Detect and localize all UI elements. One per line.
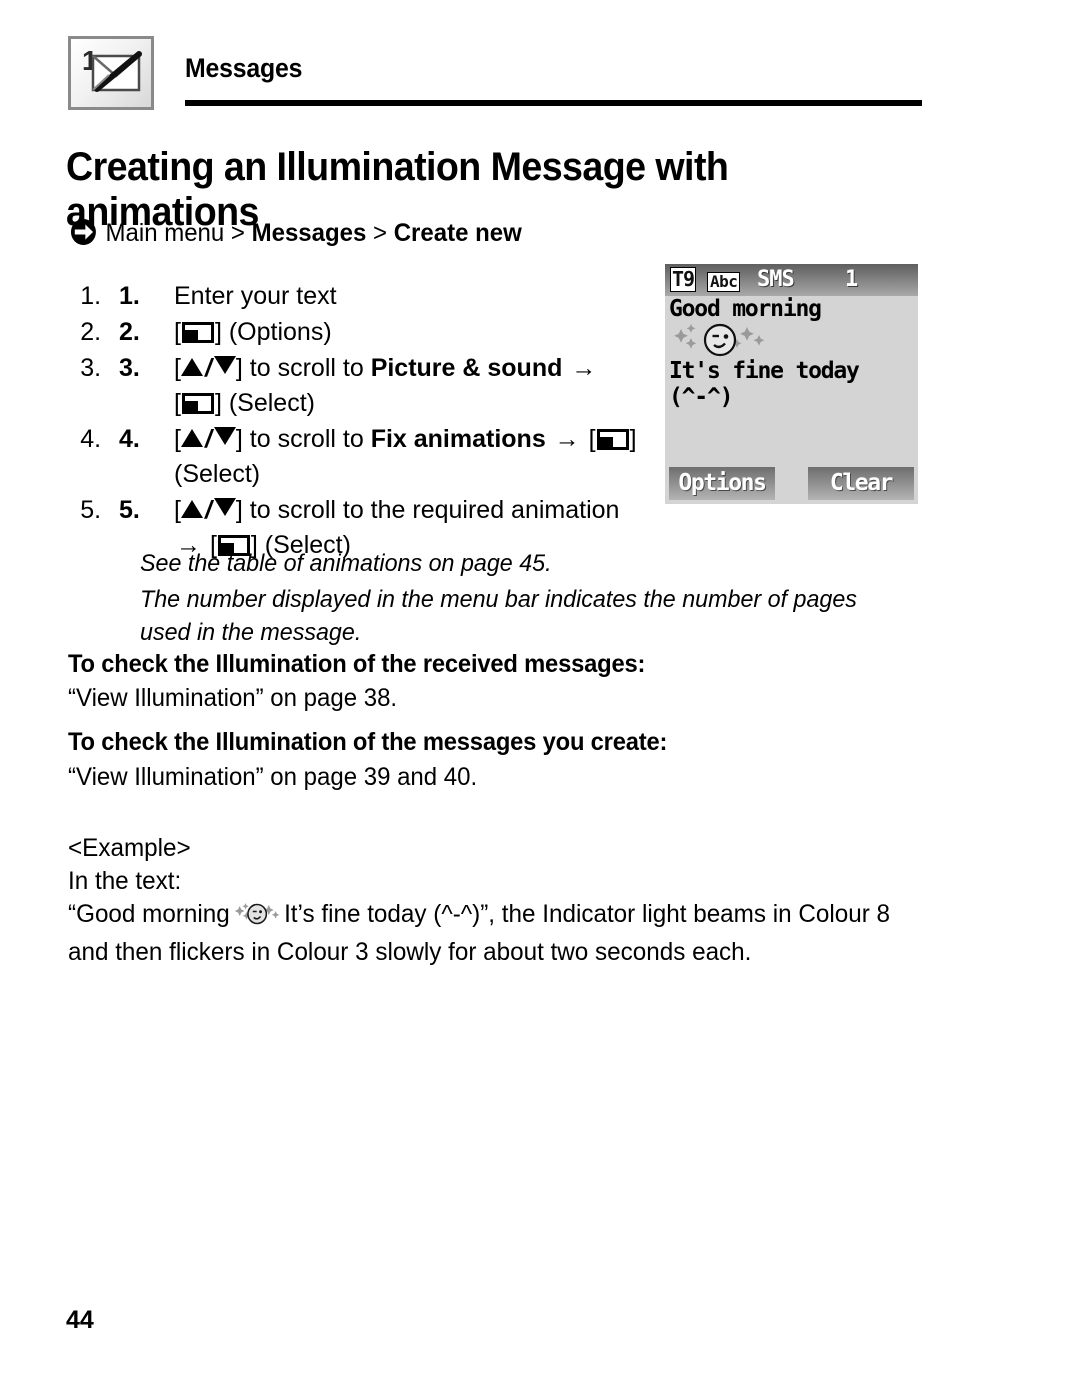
message-line-2: It's fine today [669,358,860,384]
breadcrumb-prefix: Main menu > [105,219,252,247]
example-quote-before: “Good morning [68,900,230,928]
reference-received-messages: “View Illumination” on page 38. [68,684,398,712]
up-down-scroll-icon: [/] [174,425,243,453]
softkey-glyph [181,393,214,414]
softkey-clear-button[interactable]: Clear [808,467,914,500]
breadcrumb-separator: > [366,219,394,247]
step-text: to scroll to [242,425,371,453]
step-number: 1. [119,282,140,310]
step-text: (Options) [221,318,332,346]
note-page-count: The number displayed in the menu bar ind… [140,586,857,646]
subheading-received-messages: To check the Illumination of the receive… [68,650,646,678]
triangle-up-icon [180,429,203,447]
running-header: 1 Messages [68,36,924,112]
key-separator: / [204,354,212,382]
step-number: 3. [119,354,140,382]
header-title: Messages [185,53,303,83]
example-label: <Example> [68,834,191,862]
phone-screen-mockup: T9 Abc SMS 1 Good morning It's fine toda… [665,264,918,504]
example-intro: In the text: [68,867,182,895]
step-text: Enter your text [174,282,337,310]
arrow-right-circle-icon [70,218,97,255]
up-down-scroll-icon: [/] [174,354,243,382]
breadcrumb-item-create-new: Create new [393,219,522,247]
triangle-down-icon [213,427,236,445]
note-animations-table: See the table of animations on page 45. [140,550,552,577]
phone-message-body[interactable]: Good morning It's fine today (^-^) [665,296,918,464]
procedure-steps: 1. Enter your text 2. [] (Options) 3. [/] to … [68,279,708,564]
example-quote: “Good morning It’s fine today (^-^)”, th… [68,898,926,969]
message-line-1: Good morning [669,296,822,322]
breadcrumb: Main menu > Messages > Create new [70,216,522,255]
phone-softkey-bar: Options Clear [665,464,918,504]
messages-envelope-icon: 1 [68,36,154,110]
key-separator: / [204,425,212,453]
message-line-3: (^-^) [669,384,733,410]
page-count-badge: 1 [845,267,859,292]
manual-page: 1 Messages Creating an Illumination Mess… [0,0,1080,1379]
triangle-down-icon [213,356,236,374]
step-menu-item: Picture & sound [370,354,563,382]
step-number: 4. [119,425,140,453]
phone-status-bar: T9 Abc SMS 1 [665,264,918,296]
procedure-step: 3.[/] to scroll to Picture & sound → [] … [108,351,708,421]
arrow-right-icon: → [564,354,597,382]
example-block: <Example> In the text: “Good morning It’… [68,832,912,969]
step-text: to scroll to the required animation [242,496,620,524]
sms-mode-label: SMS [757,267,795,292]
page-number: 44 [66,1306,94,1334]
step-number: 2. [119,318,140,346]
step-text: to scroll to [242,354,371,382]
key-separator: / [204,496,212,524]
breadcrumb-item-messages: Messages [251,219,367,247]
t9-indicator-icon: T9 [670,267,697,292]
triangle-up-icon [180,500,203,518]
header-divider [185,100,922,106]
step-menu-item: Fix animations [370,425,546,453]
softkey-glyph [181,322,214,343]
arrow-right-icon: → [547,425,587,453]
step-text: (Select) [221,389,315,417]
softkey-glyph [596,429,629,450]
up-down-scroll-icon: [/] [174,496,243,524]
reference-created-messages: “View Illumination” on page 39 and 40. [68,763,478,791]
procedure-step: 4. [/] to scroll to Fix animations → [] (S… [108,422,708,492]
triangle-down-icon [213,498,236,516]
procedure-step: 2. [] (Options) [108,315,708,350]
softkey-icon: [] [174,389,222,417]
softkey-options-button[interactable]: Options [669,467,775,500]
softkey-icon: [] [174,318,222,346]
step-text: (Select) [174,460,261,488]
subheading-created-messages: To check the Illumination of the message… [68,728,668,756]
abc-indicator-icon: Abc [707,272,741,292]
softkey-icon: [] [588,425,637,453]
procedure-step: 1. Enter your text [108,279,708,314]
triangle-up-icon [180,358,203,376]
step-number: 5. [119,496,140,524]
sparkle-wink-smiley-icon [234,901,281,936]
